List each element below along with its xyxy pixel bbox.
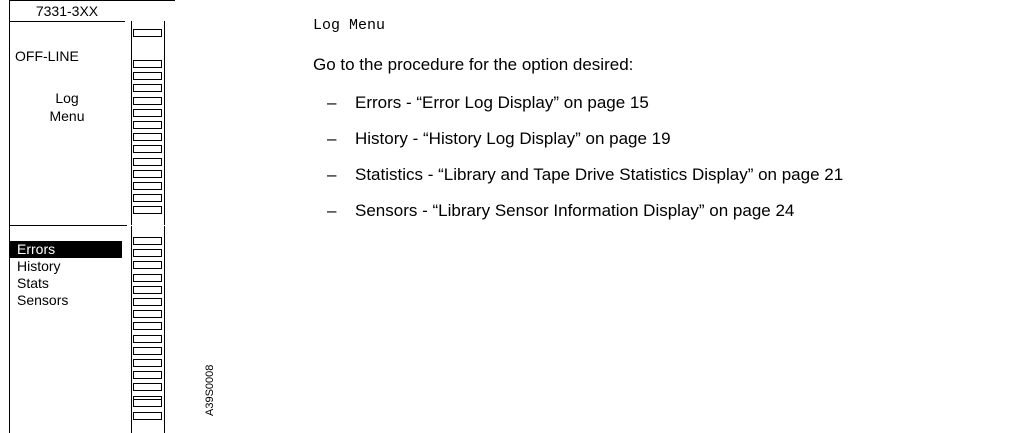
cartridge-slot [133,108,162,117]
cartridge-slot [133,322,162,331]
cartridge-slot [133,133,162,142]
menu-item-stats[interactable]: Stats [9,275,127,292]
cartridge-slot [133,29,162,37]
panel-menu-title-line1: Log [55,90,79,106]
cartridge-slot [133,194,162,203]
cartridge-slot [133,298,162,306]
slot-bay-border [131,21,132,225]
page-title: Log Menu [313,17,386,34]
panel-model-label: 7331-3XX [35,3,99,19]
panel-menu-title: Log Menu [9,89,125,125]
panel-divider [9,225,127,226]
cartridge-slot [133,157,162,166]
cartridge-slot [133,60,162,68]
option-statistics-link[interactable]: Statistics - “Library and Tape Drive Sta… [355,163,995,187]
menu-item-sensors[interactable]: Sensors [9,292,127,309]
cartridge-slot [133,346,162,355]
figure-id: A39S0008 [204,364,216,416]
option-errors-link[interactable]: Errors - “Error Log Display” on page 15 [355,93,649,112]
panel-status-text: OFF-LINE [15,48,79,64]
panel-menu-title-line2: Menu [49,108,85,124]
slot-bay-border [164,394,165,433]
panel-model-rule [9,21,125,22]
cartridge-slot [133,359,162,367]
intro-text: Go to the procedure for the option desir… [313,55,634,74]
cartridge-slot [133,182,162,190]
cartridge-slot [133,412,162,420]
cartridge-slot [133,371,162,380]
list-item: – History - “History Log Display” on pag… [313,127,1003,151]
cartridge-slot [133,273,162,282]
operator-panel: 7331-3XX OFF-LINE Log Menu Errors Histor… [9,0,216,433]
cartridge-slot [133,249,162,258]
option-sensors-link[interactable]: Sensors - “Library Sensor Information Di… [355,201,794,220]
cartridge-slot [133,121,162,129]
dash-bullet: – [327,201,337,220]
dash-bullet: – [327,165,337,184]
cartridge-slot [133,145,162,154]
slot-bay-border [164,226,165,410]
slot-bay-border [164,21,165,225]
cartridge-slot [133,399,162,407]
cartridge-slot [133,84,162,93]
option-list: – Errors - “Error Log Display” on page 1… [313,91,1003,235]
list-item: – Sensors - “Library Sensor Information … [313,199,1003,223]
slot-bay-border [131,394,132,433]
cartridge-slot [133,261,162,270]
menu-item-history[interactable]: History [9,258,127,275]
cartridge-slot [133,334,162,343]
cartridge-slot [133,169,162,178]
dash-bullet: – [327,93,337,112]
cartridge-slot [133,96,162,105]
cartridge-slot [133,206,162,215]
panel-border [9,0,10,433]
cartridge-slot [133,237,162,245]
menu-item-errors[interactable]: Errors [10,241,122,258]
dash-bullet: – [327,129,337,148]
cartridge-slot [133,310,162,319]
cartridge-slot [133,285,162,294]
slot-bay-border [131,226,132,410]
list-item: – Statistics - “Library and Tape Drive S… [313,163,1003,187]
panel-menu-list: Errors History Stats Sensors [9,241,127,309]
list-item: – Errors - “Error Log Display” on page 1… [313,91,1003,115]
cartridge-slot [133,383,162,392]
cartridge-slot [133,395,162,404]
cartridge-slot [133,72,162,81]
option-history-link[interactable]: History - “History Log Display” on page … [355,129,671,148]
